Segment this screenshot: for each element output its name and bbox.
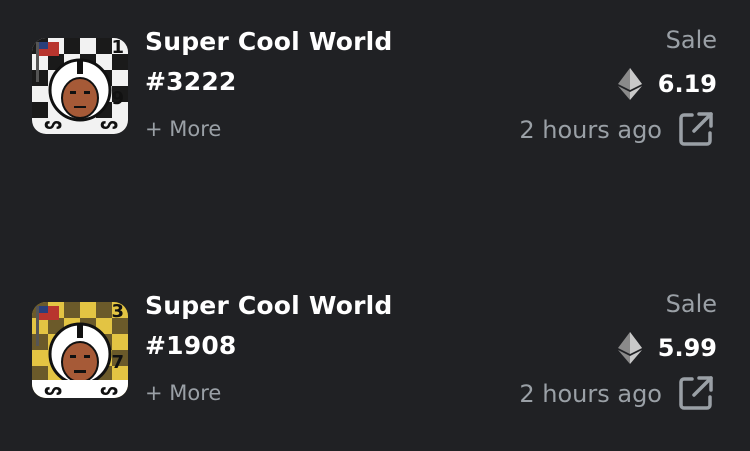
svg-text:ᔕ: ᔕ (44, 380, 62, 398)
event-type-label: Sale (665, 26, 717, 54)
external-link-icon[interactable] (677, 110, 715, 148)
activity-feed: ᔕ ᔕ 1 9 Super Cool World #3222 + More Sa… (0, 0, 750, 451)
svg-text:ᔕ: ᔕ (44, 114, 62, 133)
external-link-icon[interactable] (677, 374, 715, 412)
nft-thumbnail[interactable]: ᔕ ᔕ 3 7 (32, 302, 128, 398)
thumb-number-bottom: 7 (111, 352, 124, 373)
price-value: 5.99 (657, 334, 717, 362)
ethereum-icon (617, 68, 642, 100)
nft-name[interactable]: Super Cool World #1908 (145, 286, 393, 366)
nft-token-id: #1908 (145, 331, 237, 360)
timestamp: 2 hours ago (519, 116, 662, 144)
nft-collection-name: Super Cool World (145, 27, 393, 56)
nft-name[interactable]: Super Cool World #3222 (145, 22, 393, 102)
thumb-number-bottom: 9 (111, 88, 124, 109)
svg-text:ᔕ: ᔕ (100, 114, 118, 133)
nft-collection-name: Super Cool World (145, 291, 393, 320)
event-type-label: Sale (665, 290, 717, 318)
nft-thumbnail[interactable]: ᔕ ᔕ 1 9 (32, 38, 128, 134)
price-value: 6.19 (657, 70, 717, 98)
ethereum-icon (617, 332, 642, 364)
more-button[interactable]: + More (145, 376, 221, 410)
thumb-number-top: 1 (111, 38, 124, 58)
activity-row[interactable]: ᔕ ᔕ 1 9 Super Cool World #3222 + More Sa… (0, 0, 750, 146)
price: 5.99 (617, 330, 717, 366)
more-button[interactable]: + More (145, 112, 221, 146)
nft-token-id: #3222 (145, 67, 237, 96)
svg-text:ᔕ: ᔕ (100, 380, 118, 398)
thumb-number-top: 3 (111, 302, 124, 322)
activity-row[interactable]: ᔕ ᔕ 3 7 Super Cool World #1908 + More Sa… (0, 264, 750, 410)
price: 6.19 (617, 66, 717, 102)
timestamp: 2 hours ago (519, 380, 662, 408)
